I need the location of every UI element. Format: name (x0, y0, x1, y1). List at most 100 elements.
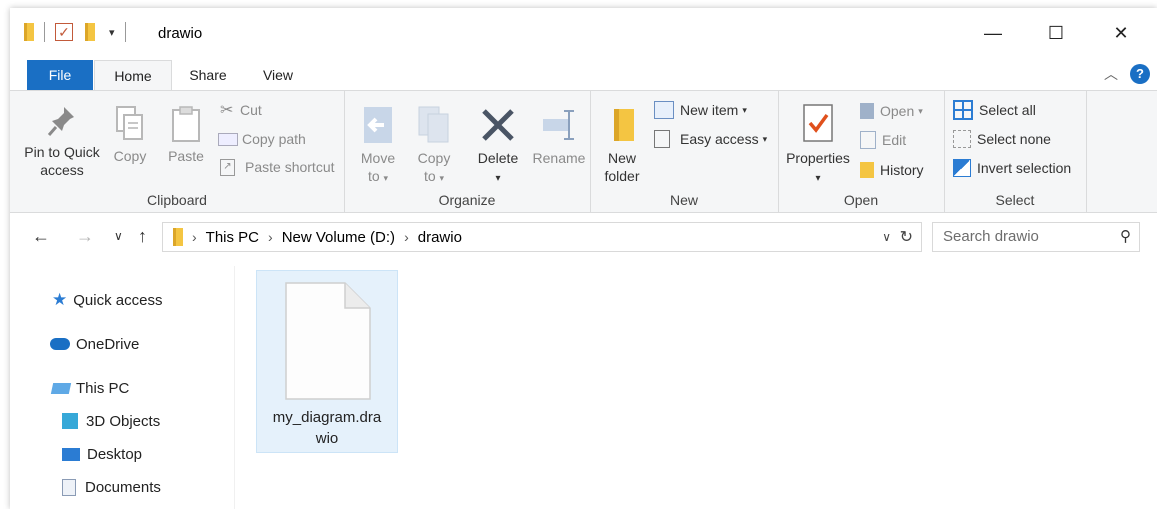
copy-to-label-1: Copy (417, 150, 451, 166)
recent-locations-chevron-icon[interactable]: ∨ (114, 229, 123, 243)
close-button[interactable]: ✕ (1098, 18, 1144, 48)
select-none-icon (953, 130, 971, 148)
copy-to-icon (418, 106, 449, 143)
breadcrumb-this-pc[interactable]: This PC (206, 229, 259, 246)
tab-share[interactable]: Share (180, 60, 236, 90)
new-item-button[interactable]: New item ▾ (654, 99, 747, 121)
invert-selection-button[interactable]: Invert selection (953, 157, 1071, 179)
move-to-dropdown-icon: ▾ (383, 173, 389, 183)
move-to-button[interactable]: Move to ▾ (354, 105, 402, 187)
paste-shortcut-button[interactable]: ↗ Paste shortcut (220, 156, 335, 178)
search-placeholder: Search drawio (943, 228, 1039, 245)
toolbar-divider (44, 22, 45, 42)
nav-item-quick-access[interactable]: ★ Quick access (52, 288, 162, 312)
minimize-button[interactable]: — (970, 18, 1016, 48)
select-none-button[interactable]: Select none (953, 128, 1051, 150)
address-bar[interactable]: › This PC › New Volume (D:) › drawio ∨ ↻ (162, 222, 922, 252)
paste-shortcut-label: Paste shortcut (245, 159, 335, 175)
properties-button[interactable]: Properties ▾ (782, 103, 854, 188)
select-all-button[interactable]: Select all (953, 99, 1036, 121)
address-row: ← → ∨ ↑ › This PC › New Volume (D:) › dr… (10, 220, 1157, 254)
organize-group-label: Organize (438, 192, 496, 208)
rename-button[interactable]: Rename (532, 105, 586, 167)
tab-home[interactable]: Home (94, 60, 172, 90)
breadcrumb-separator: › (192, 229, 197, 245)
cut-button[interactable]: ✂ Cut (220, 99, 262, 121)
search-input[interactable]: Search drawio ⚲ (932, 222, 1140, 252)
refresh-icon[interactable]: ↻ (900, 227, 913, 247)
nav-item-this-pc[interactable]: This PC (50, 376, 129, 400)
properties-icon (803, 104, 833, 142)
copy-to-label-2: to (423, 168, 436, 184)
new-folder-label-2: folder (604, 168, 640, 184)
select-all-label: Select all (979, 102, 1036, 118)
copy-icon (116, 106, 143, 140)
new-folder-quick-icon[interactable] (85, 23, 95, 41)
file-explorer-window: ✓ ▾ drawio — ☐ ✕ File Home Share View ︿ … (10, 8, 1157, 509)
new-item-icon (654, 101, 674, 119)
delete-label: Delete (477, 150, 519, 166)
copy-to-dropdown-icon: ▾ (439, 173, 445, 183)
properties-check-icon[interactable]: ✓ (55, 23, 73, 41)
history-button[interactable]: History (860, 159, 924, 181)
rename-label: Rename (532, 150, 586, 166)
open-label: Open (880, 103, 915, 119)
breadcrumb-separator: › (268, 229, 273, 245)
open-group: Properties ▾ Open ▾ Edit History Open (778, 91, 945, 212)
nav-item-3d-objects[interactable]: 3D Objects (62, 409, 160, 433)
nav-item-documents[interactable]: Documents (62, 475, 161, 499)
move-to-label-1: Move (360, 150, 396, 166)
cut-label: Cut (240, 102, 262, 118)
organize-group: Move to ▾ Copy to ▾ Delete ▾ Rename Orga… (344, 91, 591, 212)
up-arrow-icon[interactable]: ↑ (138, 226, 147, 247)
ribbon-tabs: File Home Share View ︿ ? (10, 60, 1157, 90)
pin-to-quick-access-button[interactable]: Pin to Quick access (16, 105, 108, 179)
easy-access-button[interactable]: Easy access ▾ (654, 128, 767, 150)
copy-path-icon (218, 132, 238, 146)
breadcrumb-new-volume[interactable]: New Volume (D:) (282, 229, 395, 246)
desktop-icon (62, 447, 80, 461)
rename-icon (543, 110, 574, 140)
paste-button[interactable]: Paste (162, 105, 210, 165)
copy-to-button[interactable]: Copy to ▾ (410, 105, 458, 187)
documents-icon (62, 478, 76, 496)
breadcrumb-drawio[interactable]: drawio (418, 229, 462, 246)
select-all-icon (953, 100, 973, 120)
search-icon: ⚲ (1120, 228, 1131, 245)
tab-file[interactable]: File (27, 60, 93, 90)
open-icon (860, 103, 874, 119)
computer-icon (50, 382, 72, 394)
back-arrow-icon[interactable]: ← (32, 226, 50, 247)
file-icon (285, 282, 371, 400)
tab-view[interactable]: View (250, 60, 306, 90)
window-title: drawio (158, 25, 203, 42)
copy-button[interactable]: Copy (106, 105, 154, 165)
file-item[interactable]: my_diagram.dra wio (256, 270, 398, 453)
title-bar: ✓ ▾ drawio — ☐ ✕ (10, 8, 1157, 60)
nav-label: OneDrive (76, 335, 140, 353)
delete-x-icon (482, 109, 514, 141)
select-group-label: Select (995, 192, 1035, 208)
edit-button[interactable]: Edit (860, 129, 906, 151)
star-icon: ★ (52, 290, 68, 309)
nav-item-onedrive[interactable]: OneDrive (50, 332, 139, 356)
folder-icon (24, 23, 34, 41)
customize-dropdown-icon[interactable]: ▾ (109, 26, 115, 39)
edit-label: Edit (882, 132, 907, 148)
breadcrumb-separator: › (404, 229, 409, 245)
maximize-button[interactable]: ☐ (1033, 18, 1079, 48)
nav-item-desktop[interactable]: Desktop (62, 442, 142, 466)
copy-label: Copy (113, 148, 147, 164)
new-folder-button[interactable]: New folder (598, 105, 646, 185)
open-button[interactable]: Open ▾ (860, 100, 923, 122)
address-dropdown-icon[interactable]: ∨ (882, 230, 891, 244)
forward-arrow-icon[interactable]: → (76, 226, 94, 247)
ribbon: Pin to Quick access Copy Paste ✂ Cut Cop… (10, 90, 1157, 213)
delete-dropdown-icon: ▾ (495, 173, 501, 184)
copy-path-button[interactable]: Copy path (218, 128, 306, 150)
properties-dropdown-icon: ▾ (815, 173, 821, 184)
move-to-icon (364, 107, 392, 143)
help-icon[interactable]: ? (1130, 64, 1150, 84)
collapse-ribbon-icon[interactable]: ︿ (1104, 64, 1118, 84)
delete-button[interactable]: Delete ▾ (474, 105, 522, 188)
